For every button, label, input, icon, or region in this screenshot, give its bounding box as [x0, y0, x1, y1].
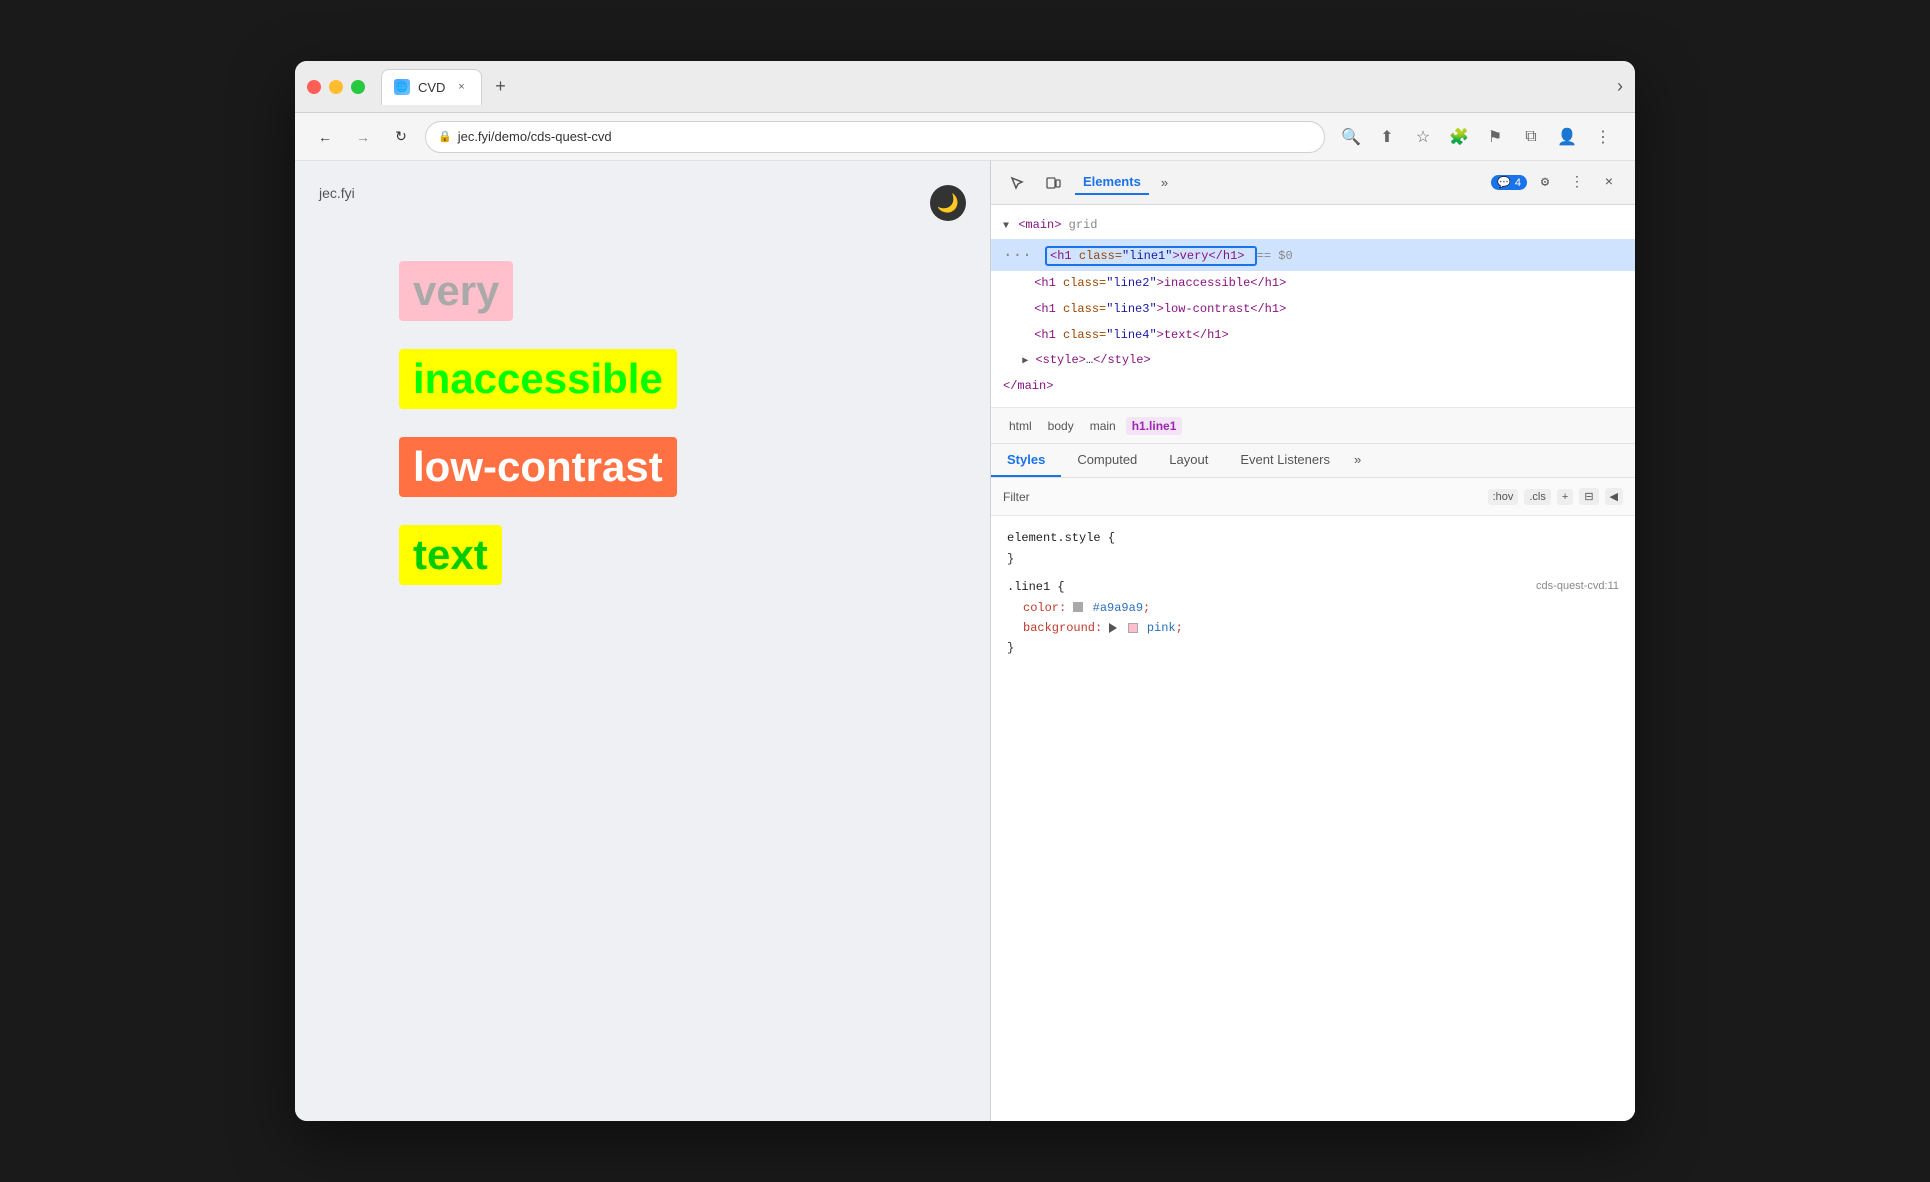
dom-row-h1-line2[interactable]: <h1 class="line2">inaccessible</h1>: [991, 271, 1635, 297]
back-button[interactable]: ←: [311, 123, 339, 151]
title-bar: 🌐 CVD × + ›: [295, 61, 1635, 113]
css-selector-element-style: element.style {: [1007, 531, 1115, 545]
css-selector-line1[interactable]: .line1 {: [1007, 580, 1065, 594]
new-tab-button[interactable]: +: [486, 73, 514, 101]
dom-row-h1-line4[interactable]: <h1 class="line4">text</h1>: [991, 323, 1635, 349]
window-more-button[interactable]: ›: [1617, 76, 1623, 97]
share-icon[interactable]: ⬆: [1371, 121, 1403, 153]
extension-icon[interactable]: 🧩: [1443, 121, 1475, 153]
dom-row-style[interactable]: ▶ <style>…</style>: [991, 348, 1635, 374]
dark-mode-button[interactable]: 🌙: [930, 185, 966, 221]
tab-styles[interactable]: Styles: [991, 444, 1061, 477]
address-text: jec.fyi/demo/cds-quest-cvd: [458, 129, 612, 144]
breadcrumb-body[interactable]: body: [1042, 417, 1080, 435]
filter-input[interactable]: Filter: [1003, 490, 1480, 504]
issues-badge[interactable]: 💬 4: [1491, 175, 1527, 190]
devtools-settings-icon[interactable]: ⚙: [1531, 169, 1559, 197]
nav-icons-right: 🔍 ⬆ ☆ 🧩 ⚑ ⧉ 👤 ⋮: [1335, 121, 1619, 153]
filter-bar: Filter :hov .cls + ⊟ ◀: [991, 478, 1635, 516]
css-rules: element.style { } .line1 { cds-quest-cvd…: [991, 516, 1635, 1121]
dom-row-h1-line3[interactable]: <h1 class="line3">low-contrast</h1>: [991, 297, 1635, 323]
dom-row-dots: ···: [1003, 246, 1032, 264]
close-window-button[interactable]: [307, 80, 321, 94]
tab-close-button[interactable]: ×: [453, 79, 469, 95]
devtools-panel: Elements » 💬 4 ⚙ ⋮ × ▼ <main>: [990, 161, 1635, 1121]
color-swatch-pink[interactable]: [1128, 623, 1138, 633]
text-line-very: very: [399, 261, 513, 321]
tab-label: CVD: [418, 80, 445, 95]
color-swatch-a9a9a9[interactable]: [1073, 602, 1083, 612]
more-tabs-button[interactable]: »: [1157, 171, 1172, 194]
inspect-element-icon[interactable]: [1003, 169, 1031, 197]
add-style-button[interactable]: +: [1557, 489, 1573, 505]
collapse-button[interactable]: ◀: [1605, 488, 1623, 505]
traffic-lights: [307, 80, 365, 94]
main-area: jec.fyi 🌙 very inaccessible low-contrast…: [295, 161, 1635, 1121]
badge-icon: 💬: [1497, 176, 1511, 189]
text-line-inaccessible: inaccessible: [399, 349, 677, 409]
elements-tab[interactable]: Elements: [1075, 170, 1149, 195]
devtools-more-menu[interactable]: ⋮: [1563, 169, 1591, 197]
flag-icon[interactable]: ⚑: [1479, 121, 1511, 153]
hov-button[interactable]: :hov: [1488, 489, 1519, 505]
nav-bar: ← → ↻ 🔒 jec.fyi/demo/cds-quest-cvd 🔍 ⬆ ☆…: [295, 113, 1635, 161]
tab-more[interactable]: »: [1346, 444, 1369, 477]
dom-row-main-close[interactable]: </main>: [991, 374, 1635, 400]
dom-row-h1-line1[interactable]: ··· <h1 class="line1">very</h1> == $0: [991, 239, 1635, 272]
toggle-style-button[interactable]: ⊟: [1579, 488, 1598, 505]
page-content: jec.fyi 🌙 very inaccessible low-contrast…: [295, 161, 990, 1121]
devtools-close-button[interactable]: ×: [1595, 169, 1623, 197]
split-icon[interactable]: ⧉: [1515, 121, 1547, 153]
menu-icon[interactable]: ⋮: [1587, 121, 1619, 153]
badge-count: 4: [1515, 177, 1521, 189]
dom-row-main[interactable]: ▼ <main> grid: [991, 213, 1635, 239]
tab-layout[interactable]: Layout: [1153, 444, 1224, 477]
dom-tree: ▼ <main> grid ··· <h1 class="line1">very…: [991, 205, 1635, 408]
text-items: very inaccessible low-contrast text: [319, 231, 966, 585]
breadcrumb-bar: html body main h1.line1: [991, 408, 1635, 444]
css-block-element-style: element.style { }: [991, 524, 1635, 573]
profile-icon[interactable]: 👤: [1551, 121, 1583, 153]
search-icon[interactable]: 🔍: [1335, 121, 1367, 153]
bookmark-icon[interactable]: ☆: [1407, 121, 1439, 153]
browser-window: 🌐 CVD × + › ← → ↻ 🔒 jec.fyi/demo/cds-que…: [295, 61, 1635, 1121]
css-block-line1: .line1 { cds-quest-cvd:11 color: #a9a9a9…: [991, 573, 1635, 663]
breadcrumb-h1-line1[interactable]: h1.line1: [1126, 417, 1183, 435]
tab-computed[interactable]: Computed: [1061, 444, 1153, 477]
text-line-text: text: [399, 525, 502, 585]
tab-bar: 🌐 CVD × +: [381, 69, 1609, 105]
tab-event-listeners[interactable]: Event Listeners: [1224, 444, 1346, 477]
css-source-link[interactable]: cds-quest-cvd:11: [1536, 577, 1619, 596]
forward-button[interactable]: →: [349, 123, 377, 151]
device-toolbar-icon[interactable]: [1039, 169, 1067, 197]
site-name: jec.fyi: [319, 185, 355, 201]
maximize-window-button[interactable]: [351, 80, 365, 94]
background-expand-icon[interactable]: [1109, 623, 1117, 633]
browser-tab[interactable]: 🌐 CVD ×: [381, 69, 482, 105]
breadcrumb-main[interactable]: main: [1084, 417, 1122, 435]
styles-tabs: Styles Computed Layout Event Listeners »: [991, 444, 1635, 478]
breadcrumb-html[interactable]: html: [1003, 417, 1038, 435]
address-bar[interactable]: 🔒 jec.fyi/demo/cds-quest-cvd: [425, 121, 1325, 153]
refresh-button[interactable]: ↻: [387, 123, 415, 151]
selected-element-highlight: <h1 class="line1">very</h1>: [1045, 246, 1257, 266]
lock-icon: 🔒: [438, 130, 452, 143]
devtools-toolbar: Elements » 💬 4 ⚙ ⋮ ×: [991, 161, 1635, 205]
minimize-window-button[interactable]: [329, 80, 343, 94]
devtools-toolbar-right: 💬 4 ⚙ ⋮ ×: [1491, 169, 1623, 197]
css-property-color[interactable]: color: #a9a9a9;: [1007, 598, 1619, 618]
tab-favicon: 🌐: [394, 79, 410, 95]
text-line-low-contrast: low-contrast: [399, 437, 677, 497]
css-property-background[interactable]: background: pink;: [1007, 618, 1619, 638]
cls-button[interactable]: .cls: [1524, 489, 1551, 505]
